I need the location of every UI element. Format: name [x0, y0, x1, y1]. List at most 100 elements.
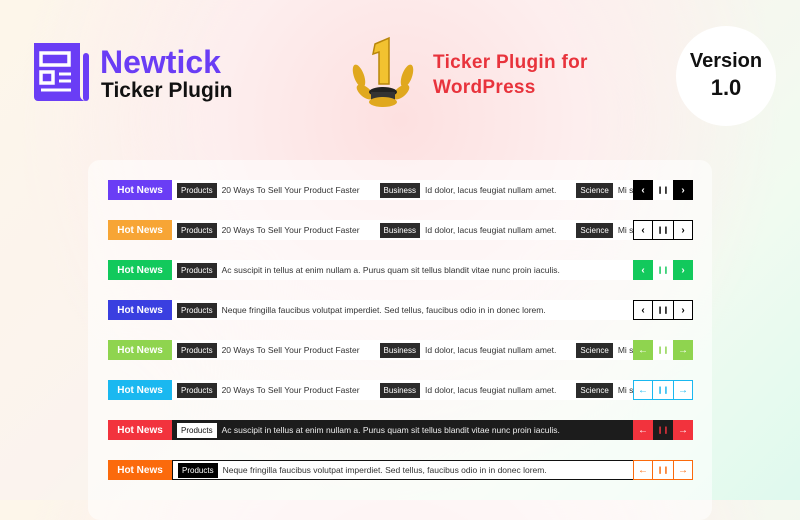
prev-button[interactable]: ←: [633, 340, 653, 360]
chevron-left-icon: ‹: [641, 304, 645, 316]
ticker-headline[interactable]: Id dolor, lacus feugiat nullam amet.: [425, 385, 556, 395]
prev-button[interactable]: ‹: [633, 260, 653, 280]
tagline: Ticker Plugin for WordPress: [433, 50, 588, 100]
ticker-content: Products Neque fringilla faucibus volutpa…: [172, 460, 633, 480]
ticker-headline[interactable]: Mi s: [618, 385, 633, 395]
arrow-left-icon: ←: [638, 464, 648, 476]
pause-button[interactable]: ❙❙: [653, 340, 673, 360]
arrow-left-icon: ←: [638, 344, 648, 356]
arrow-left-icon: ←: [638, 384, 648, 396]
pause-icon: ❙❙: [657, 267, 669, 274]
ticker-headline[interactable]: Neque fringilla faucibus volutpat imperd…: [223, 465, 547, 475]
ticker-headline[interactable]: 20 Ways To Sell Your Product Faster: [222, 225, 360, 235]
ticker-label: Hot News: [108, 180, 172, 200]
ticker-content: Products 20 Ways To Sell Your Product Fas…: [172, 180, 633, 200]
next-button[interactable]: ›: [673, 180, 693, 200]
prev-button[interactable]: ←: [633, 460, 653, 480]
ticker-label: Hot News: [108, 260, 172, 280]
prev-button[interactable]: ‹: [633, 300, 653, 320]
ticker-label: Hot News: [108, 300, 172, 320]
news-ticker: Hot News Products Ac suscipit in tellus at…: [108, 260, 693, 280]
ticker-label: Hot News: [108, 380, 172, 400]
ticker-label: Hot News: [108, 460, 172, 480]
category-badge[interactable]: Products: [177, 422, 217, 438]
ticker-controls: ‹ ❙❙ ›: [633, 180, 693, 200]
chevron-right-icon: ›: [681, 304, 685, 316]
ticker-content: Products 20 Ways To Sell Your Product Fas…: [172, 220, 633, 240]
category-badge[interactable]: Science: [576, 342, 613, 358]
ticker-headline[interactable]: Neque fringilla faucibus volutpat imperd…: [222, 305, 546, 315]
pause-button[interactable]: ❙❙: [653, 260, 673, 280]
category-badge[interactable]: Business: [379, 342, 421, 358]
ticker-headline[interactable]: Mi s: [618, 185, 633, 195]
news-ticker: Hot News Products Neque fringilla faucibus…: [108, 300, 693, 320]
category-badge[interactable]: Products: [178, 462, 218, 478]
pause-button[interactable]: ❙❙: [653, 300, 673, 320]
pause-button[interactable]: ❙❙: [653, 420, 673, 440]
category-badge[interactable]: Science: [576, 382, 613, 398]
pause-icon: ❙❙: [657, 227, 669, 234]
ticker-headline[interactable]: 20 Ways To Sell Your Product Faster: [222, 385, 360, 395]
pause-icon: ❙❙: [657, 307, 669, 314]
arrow-right-icon: →: [678, 424, 688, 436]
arrow-right-icon: →: [678, 384, 688, 396]
chevron-right-icon: ›: [681, 184, 685, 196]
pause-button[interactable]: ❙❙: [653, 220, 673, 240]
pause-icon: ❙❙: [657, 187, 669, 194]
next-button[interactable]: ›: [673, 300, 693, 320]
news-ticker: Hot News Products 20 Ways To Sell Your Pro…: [108, 180, 693, 200]
ticker-headline[interactable]: Id dolor, lacus feugiat nullam amet.: [425, 185, 556, 195]
ticker-label: Hot News: [108, 340, 172, 360]
ticker-headline[interactable]: 20 Ways To Sell Your Product Faster: [222, 345, 360, 355]
category-badge[interactable]: Products: [177, 222, 217, 238]
category-badge[interactable]: Products: [177, 342, 217, 358]
ticker-headline[interactable]: Ac suscipit in tellus at enim nullam a. …: [222, 265, 560, 275]
category-badge[interactable]: Business: [379, 382, 421, 398]
ticker-content: Products 20 Ways To Sell Your Product Fas…: [172, 380, 633, 400]
ticker-controls: ‹ ❙❙ ›: [633, 300, 693, 320]
pause-icon: ❙❙: [657, 387, 669, 394]
category-badge[interactable]: Business: [379, 222, 421, 238]
ticker-headline[interactable]: Mi s: [618, 225, 633, 235]
ticker-headline[interactable]: Ac suscipit in tellus at enim nullam a. …: [222, 425, 560, 435]
pause-button[interactable]: ❙❙: [653, 180, 673, 200]
category-badge[interactable]: Products: [177, 302, 217, 318]
version-badge: Version 1.0: [676, 26, 776, 126]
prev-button[interactable]: ←: [633, 380, 653, 400]
pause-button[interactable]: ❙❙: [653, 460, 673, 480]
brand-subtitle: Ticker Plugin: [101, 79, 233, 102]
brand-name: Newtick: [100, 44, 221, 80]
pause-icon: ❙❙: [657, 467, 669, 474]
chevron-left-icon: ‹: [641, 184, 645, 196]
ticker-controls: ‹ ❙❙ ›: [633, 220, 693, 240]
ticker-label: Hot News: [108, 220, 172, 240]
tagline-line2: WordPress: [433, 77, 536, 98]
prev-button[interactable]: ‹: [633, 180, 653, 200]
chevron-left-icon: ‹: [641, 264, 645, 276]
next-button[interactable]: ›: [673, 220, 693, 240]
category-badge[interactable]: Products: [177, 262, 217, 278]
next-button[interactable]: →: [673, 420, 693, 440]
ticker-headline[interactable]: Id dolor, lacus feugiat nullam amet.: [425, 345, 556, 355]
pause-button[interactable]: ❙❙: [653, 380, 673, 400]
prev-button[interactable]: ←: [633, 420, 653, 440]
category-badge[interactable]: Business: [379, 182, 421, 198]
next-button[interactable]: →: [673, 340, 693, 360]
chevron-right-icon: ›: [681, 264, 685, 276]
next-button[interactable]: →: [673, 380, 693, 400]
ticker-headline[interactable]: Id dolor, lacus feugiat nullam amet.: [425, 225, 556, 235]
next-button[interactable]: →: [673, 460, 693, 480]
ticker-headline[interactable]: 20 Ways To Sell Your Product Faster: [222, 185, 360, 195]
version-label: Version: [689, 50, 763, 72]
category-badge[interactable]: Products: [177, 182, 217, 198]
next-button[interactable]: ›: [673, 260, 693, 280]
ticker-controls: ‹ ❙❙ ›: [633, 260, 693, 280]
pause-icon: ❙❙: [657, 347, 669, 354]
category-badge[interactable]: Science: [576, 182, 613, 198]
category-badge[interactable]: Science: [576, 222, 613, 238]
category-badge[interactable]: Products: [177, 382, 217, 398]
ticker-headline[interactable]: Mi s: [618, 345, 633, 355]
ticker-content: Products Ac suscipit in tellus at enim nu…: [172, 420, 633, 440]
tagline-line1: Ticker Plugin for: [433, 52, 588, 73]
prev-button[interactable]: ‹: [633, 220, 653, 240]
